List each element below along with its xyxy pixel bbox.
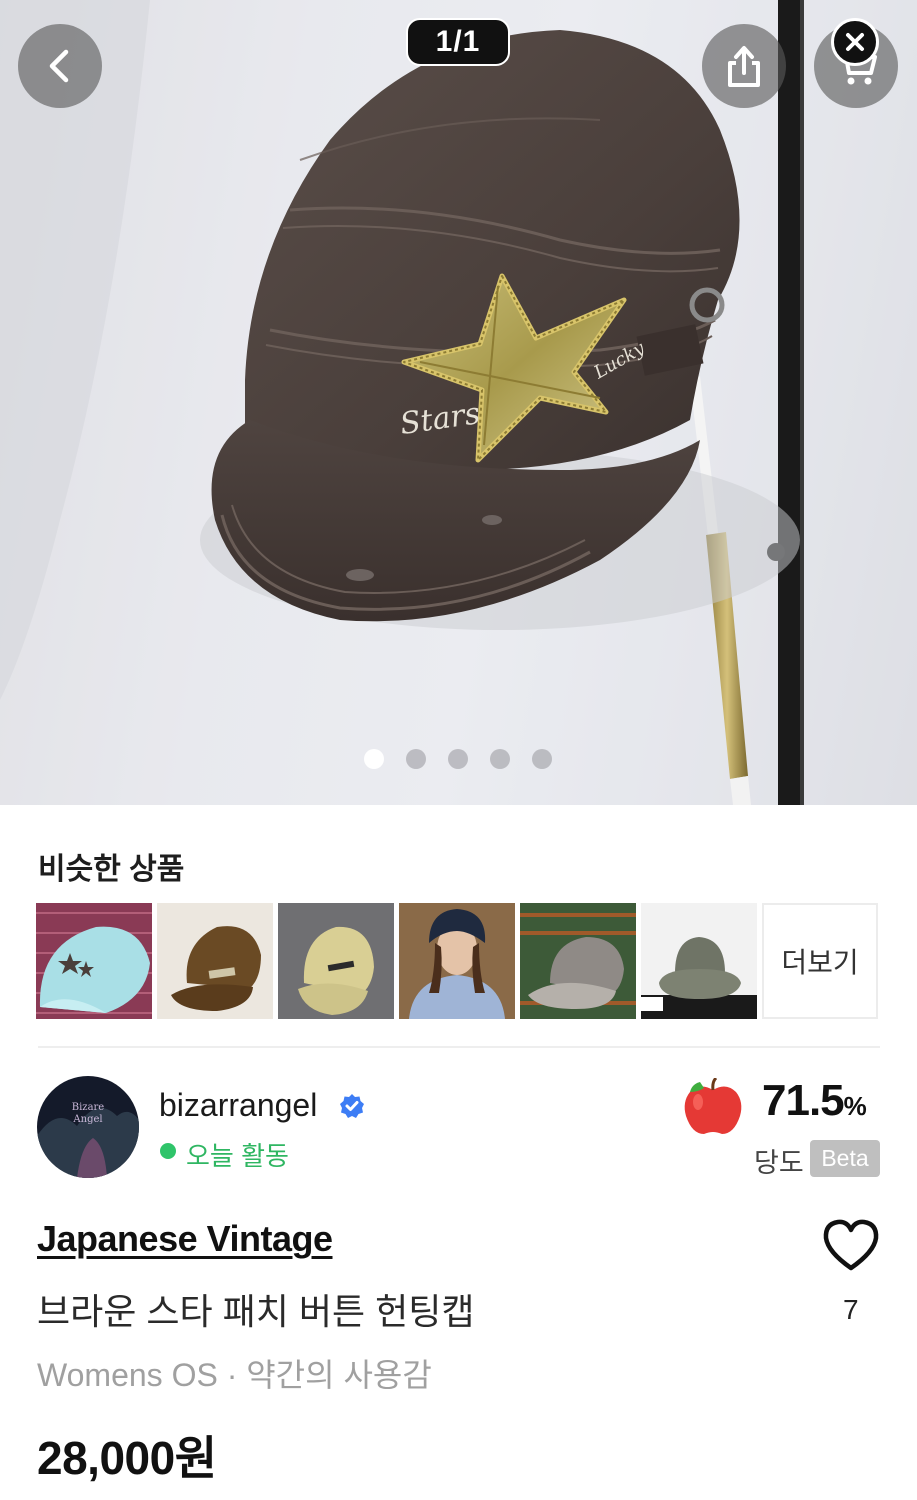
- close-icon: [846, 33, 864, 51]
- share-icon: [728, 46, 760, 87]
- product-price: 28,000원: [37, 1432, 217, 1484]
- svg-text:Bizare: Bizare: [72, 1102, 105, 1113]
- thumbnail-image: [36, 903, 152, 1019]
- like-count: 7: [843, 1294, 859, 1325]
- thumbnail-image: [399, 903, 515, 1019]
- svg-text:Angel: Angel: [72, 1114, 102, 1125]
- chevron-left-icon: [49, 49, 69, 83]
- thumbnail-image: [278, 903, 394, 1019]
- similar-item-grey-cap[interactable]: [520, 903, 636, 1019]
- product-photo: Stars Lucky: [0, 0, 917, 805]
- share-button[interactable]: [702, 24, 786, 108]
- similar-item-mint-star-cap[interactable]: [36, 903, 152, 1019]
- similar-item-person-navy-cap[interactable]: [399, 903, 515, 1019]
- thumbnail-image: [641, 903, 757, 1019]
- verified-badge: [339, 1093, 365, 1124]
- carousel-indicator: [364, 749, 552, 769]
- heart-icon: [823, 1219, 879, 1271]
- sweetness-unit: %: [843, 1091, 867, 1121]
- image-counter: 1/1: [406, 18, 510, 66]
- carousel-dot-4[interactable]: [490, 749, 510, 769]
- carousel-dot-5[interactable]: [532, 749, 552, 769]
- product-size-condition: Womens OS · 약간의 사용감: [37, 1357, 432, 1393]
- similar-item-khaki-cap[interactable]: [278, 903, 394, 1019]
- seller-name[interactable]: bizarrangel: [159, 1087, 317, 1124]
- brand-link[interactable]: Japanese Vintage: [37, 1218, 333, 1260]
- seller-activity-status: 오늘 활동: [186, 1141, 289, 1171]
- product-image-carousel[interactable]: Stars Lucky 1/1: [0, 0, 917, 805]
- online-indicator: [160, 1143, 176, 1159]
- like-button[interactable]: [822, 1218, 880, 1277]
- similar-products-title: 비슷한 상품: [38, 853, 185, 886]
- product-title: 브라운 스타 패치 버튼 헌팅캡: [37, 1291, 475, 1332]
- carousel-dot-2[interactable]: [406, 749, 426, 769]
- sweetness-value: 71.5: [762, 1076, 845, 1125]
- similar-item-brown-cadet-cap[interactable]: [157, 903, 273, 1019]
- avatar-image: Bizare Angel: [37, 1076, 139, 1178]
- sweetness-rating: 71.5%: [762, 1076, 867, 1126]
- beta-badge: Beta: [810, 1140, 880, 1177]
- sweetness-apple-icon: [682, 1076, 744, 1141]
- back-button[interactable]: [18, 24, 102, 108]
- verified-icon: [340, 1094, 364, 1118]
- close-button[interactable]: [831, 18, 879, 66]
- thumbnail-image: [157, 903, 273, 1019]
- carousel-dot-3[interactable]: [448, 749, 468, 769]
- carousel-dot-1[interactable]: [364, 749, 384, 769]
- similar-products-list: 더보기: [36, 903, 878, 1019]
- divider: [38, 1046, 880, 1048]
- more-similar-button[interactable]: 더보기: [762, 903, 878, 1019]
- sweetness-label: 당도: [754, 1148, 804, 1178]
- seller-avatar[interactable]: Bizare Angel: [37, 1076, 139, 1178]
- thumbnail-image: [520, 903, 636, 1019]
- similar-item-bucket-hat[interactable]: [641, 903, 757, 1019]
